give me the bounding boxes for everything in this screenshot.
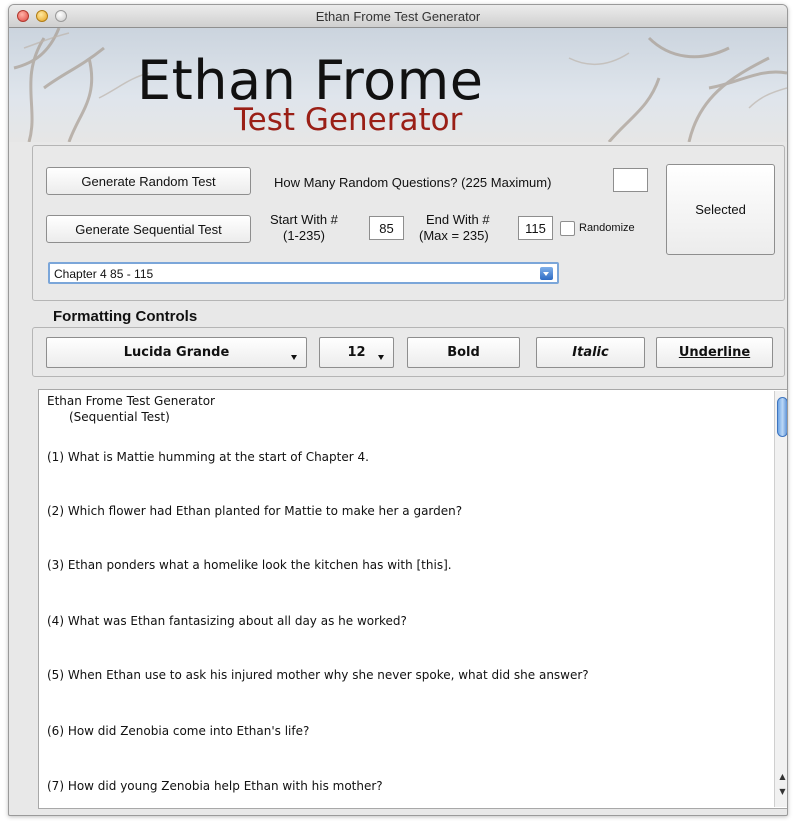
scroll-up-icon[interactable]: ▲	[777, 771, 787, 782]
start-number-field[interactable]: 85	[369, 216, 404, 240]
formatting-controls-title: Formatting Controls	[53, 308, 198, 325]
italic-button[interactable]: Italic	[536, 337, 645, 368]
font-size-select[interactable]: 12	[319, 337, 394, 368]
generate-random-button[interactable]: Generate Random Test	[46, 167, 251, 195]
test-output-textarea[interactable]: Ethan Frome Test Generator (Sequential T…	[38, 389, 787, 809]
start-label: Start With #	[270, 212, 338, 227]
font-select[interactable]: Lucida Grande	[46, 337, 307, 368]
random-count-label: How Many Random Questions? (225 Maximum)	[274, 175, 552, 190]
output-subheader: (Sequential Test)	[69, 410, 170, 424]
question-line: (5) When Ethan use to ask his injured mo…	[47, 668, 589, 682]
scroll-down-icon[interactable]: ▼	[777, 786, 787, 797]
app-window: Ethan Frome Test Generator Ethan Frome T…	[8, 4, 788, 816]
randomize-checkbox[interactable]	[560, 221, 575, 236]
output-header: Ethan Frome Test Generator	[47, 394, 215, 408]
end-range-label: (Max = 235)	[419, 228, 489, 243]
generate-sequential-button[interactable]: Generate Sequential Test	[46, 215, 251, 243]
formatting-panel: Lucida Grande 12 Bold Italic Underline	[32, 327, 785, 377]
caret-down-icon	[291, 355, 297, 360]
banner-title: Ethan Frome	[137, 49, 484, 112]
question-line: (3) Ethan ponders what a homelike look t…	[47, 558, 452, 572]
banner-subtitle: Test Generator	[234, 102, 463, 138]
question-line: (1) What is Mattie humming at the start …	[47, 450, 369, 464]
font-select-value: Lucida Grande	[123, 345, 230, 360]
end-label: End With #	[426, 212, 490, 227]
title-bar[interactable]: Ethan Frome Test Generator	[9, 5, 787, 28]
chapter-select-value: Chapter 4 85 - 115	[54, 267, 154, 281]
scrollbar-thumb[interactable]	[777, 397, 787, 437]
bold-button[interactable]: Bold	[407, 337, 520, 368]
chapter-select[interactable]: Chapter 4 85 - 115	[48, 262, 559, 284]
vertical-scrollbar[interactable]: ▲ ▼	[774, 391, 787, 807]
header-banner: Ethan Frome Test Generator	[9, 28, 787, 142]
selected-button[interactable]: Selected	[666, 164, 775, 255]
start-range-label: (1-235)	[283, 228, 325, 243]
question-line: (2) Which flower had Ethan planted for M…	[47, 504, 463, 518]
question-line: (4) What was Ethan fantasizing about all…	[47, 614, 407, 628]
chevron-down-icon[interactable]	[540, 267, 553, 280]
end-number-field[interactable]: 115	[518, 216, 553, 240]
generate-panel: Generate Random Test How Many Random Que…	[32, 145, 785, 301]
caret-down-icon	[378, 355, 384, 360]
question-line: (7) How did young Zenobia help Ethan wit…	[47, 779, 383, 793]
underline-button[interactable]: Underline	[656, 337, 773, 368]
random-count-field[interactable]	[613, 168, 648, 192]
window-title: Ethan Frome Test Generator	[315, 9, 481, 24]
font-size-value: 12	[347, 345, 366, 360]
question-line: (6) How did Zenobia come into Ethan's li…	[47, 724, 310, 738]
randomize-label: Randomize	[579, 222, 635, 234]
